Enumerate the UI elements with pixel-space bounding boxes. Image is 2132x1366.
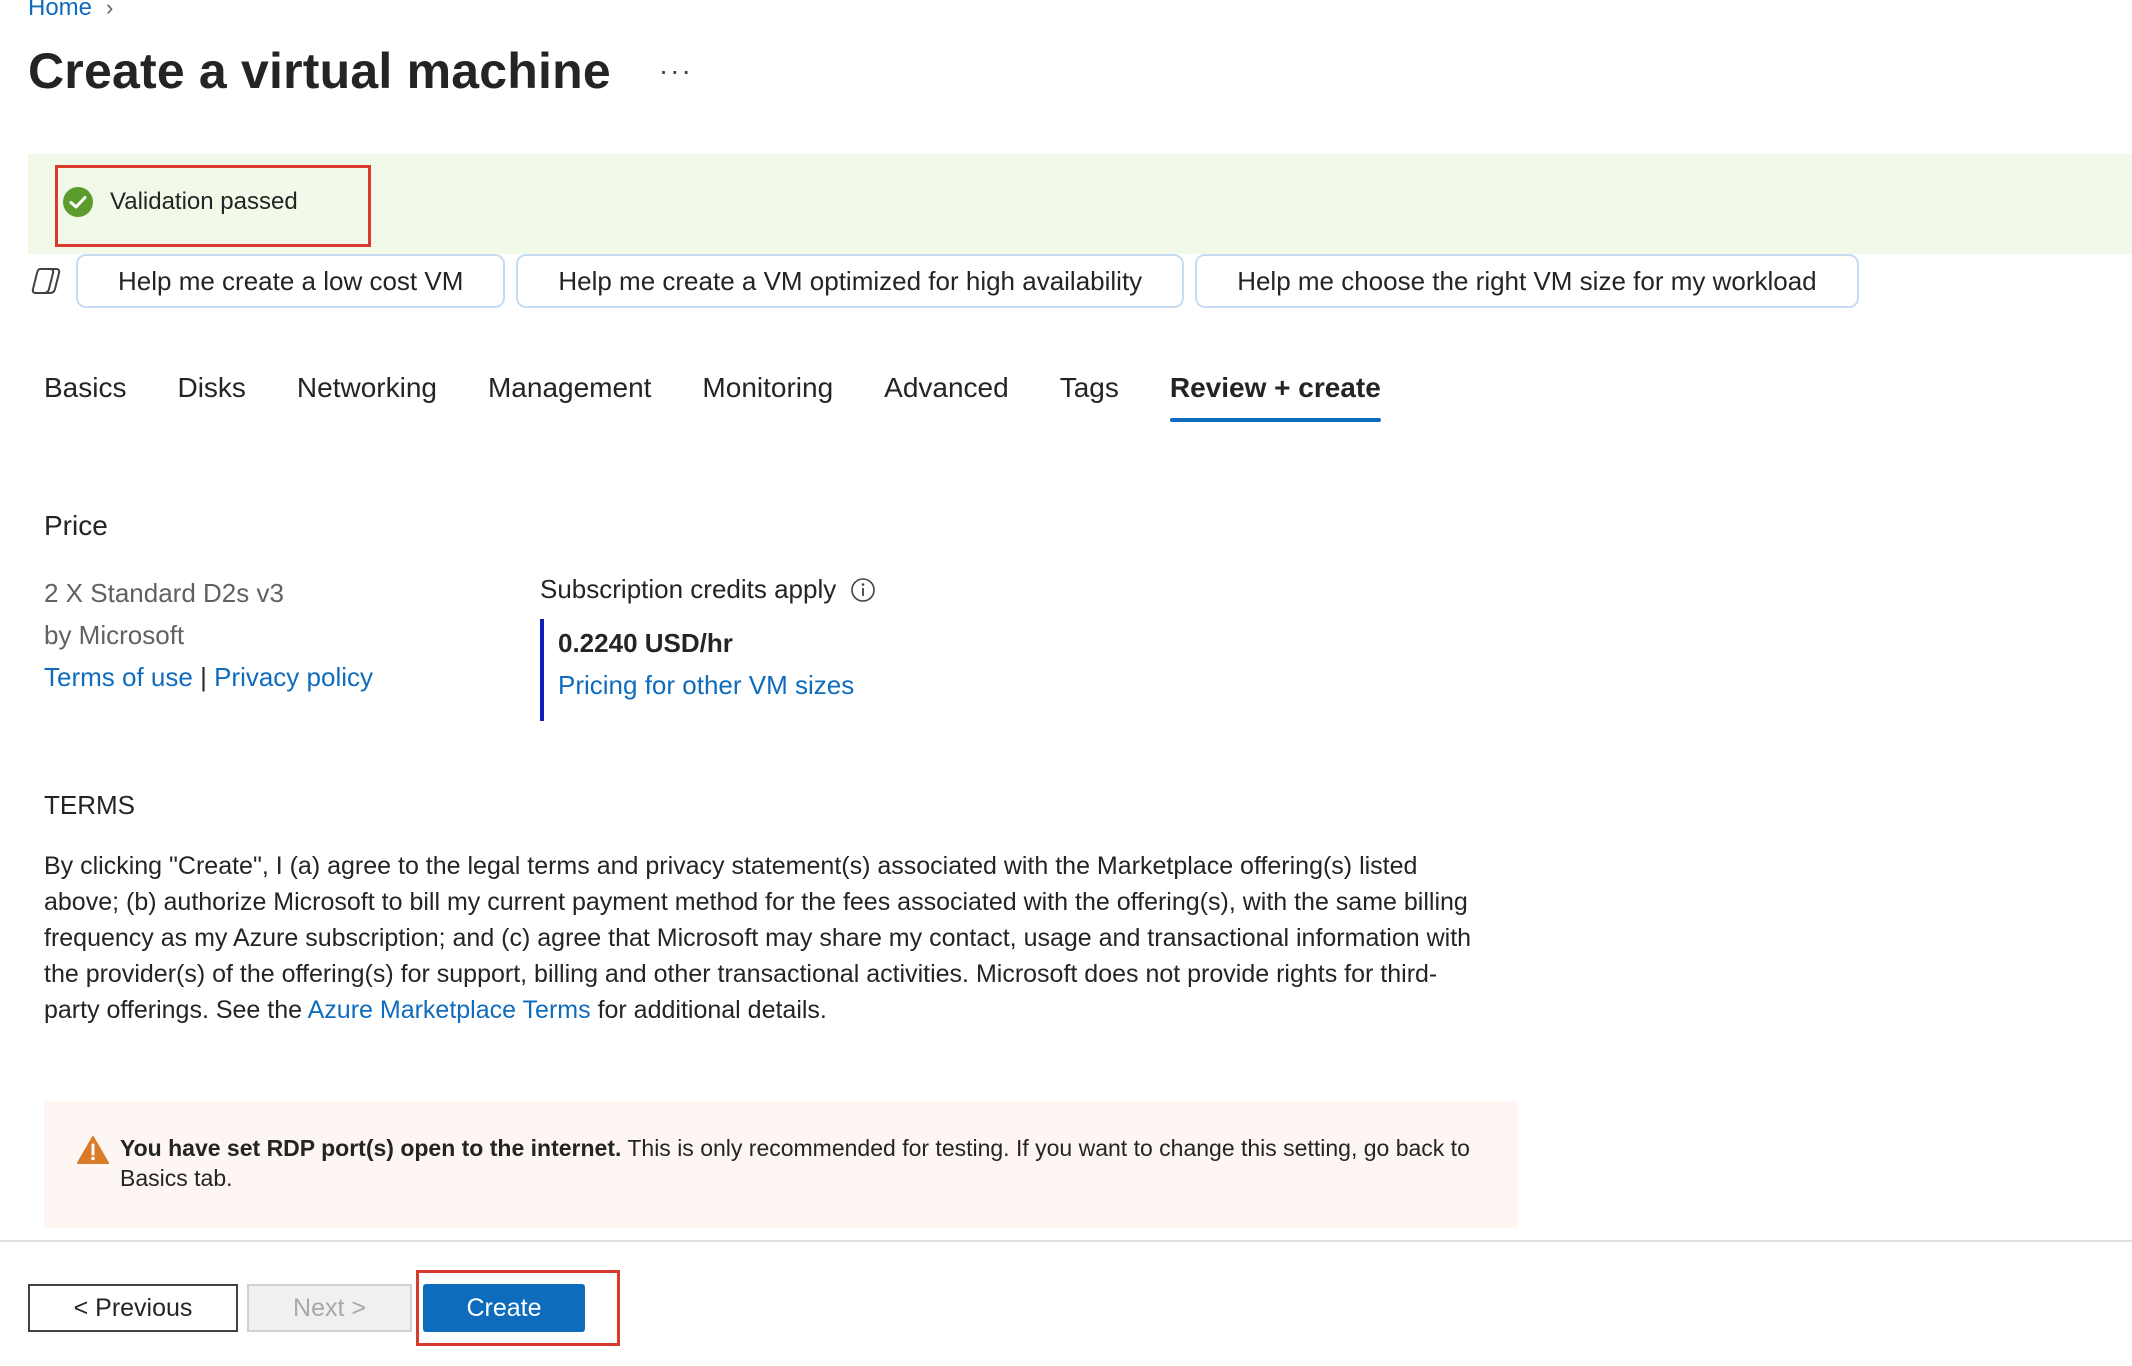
terms-text: By clicking "Create", I (a) agree to the… bbox=[44, 848, 1484, 1028]
breadcrumb: Home › bbox=[28, 0, 113, 22]
product-name: 2 X Standard D2s v3 bbox=[44, 578, 284, 608]
title-row: Create a virtual machine ··· bbox=[28, 42, 693, 100]
product-info: 2 X Standard D2s v3 by Microsoft Terms o… bbox=[44, 572, 373, 698]
info-icon[interactable] bbox=[850, 577, 876, 603]
tab-disks[interactable]: Disks bbox=[177, 368, 245, 422]
breadcrumb-home-link[interactable]: Home bbox=[28, 0, 92, 22]
azure-marketplace-terms-link[interactable]: Azure Marketplace Terms bbox=[308, 996, 591, 1024]
privacy-policy-link[interactable]: Privacy policy bbox=[214, 662, 373, 692]
chip-low-cost-vm[interactable]: Help me create a low cost VM bbox=[76, 254, 506, 308]
tab-advanced[interactable]: Advanced bbox=[884, 368, 1009, 422]
warning-icon bbox=[77, 1136, 109, 1164]
previous-button[interactable]: < Previous bbox=[28, 1284, 238, 1332]
rdp-warning: You have set RDP port(s) open to the int… bbox=[44, 1101, 1518, 1228]
tab-monitoring[interactable]: Monitoring bbox=[702, 368, 833, 422]
footer-bar: < Previous Next > Create bbox=[0, 1240, 2132, 1366]
link-separator: | bbox=[200, 662, 207, 692]
pricing-other-sizes-link[interactable]: Pricing for other VM sizes bbox=[558, 670, 854, 700]
success-check-icon bbox=[63, 187, 93, 217]
warning-title: You have set RDP port(s) open to the int… bbox=[120, 1135, 622, 1161]
create-highlight-box bbox=[416, 1270, 620, 1346]
subscription-credits: Subscription credits apply bbox=[540, 574, 876, 605]
product-links: Terms of use | Privacy policy bbox=[44, 656, 373, 698]
tab-management[interactable]: Management bbox=[488, 368, 651, 422]
tab-networking[interactable]: Networking bbox=[297, 368, 437, 422]
pricing-info: Subscription credits apply 0.2240 USD/hr… bbox=[540, 574, 876, 721]
price-heading: Price bbox=[44, 510, 108, 541]
terms-tail: for additional details. bbox=[597, 996, 827, 1024]
validation-text: Validation passed bbox=[110, 188, 298, 215]
hourly-price: 0.2240 USD/hr bbox=[558, 628, 733, 658]
product-vendor: by Microsoft bbox=[44, 620, 185, 650]
page-title: Create a virtual machine bbox=[28, 43, 611, 99]
validation-status: Validation passed bbox=[62, 186, 298, 218]
tab-basics[interactable]: Basics bbox=[44, 368, 126, 422]
terms-of-use-link[interactable]: Terms of use bbox=[44, 662, 193, 692]
next-button[interactable]: Next > bbox=[247, 1284, 412, 1332]
chevron-right-icon: › bbox=[106, 0, 114, 20]
tab-tags[interactable]: Tags bbox=[1060, 368, 1119, 422]
wizard-tabs: Basics Disks Networking Management Monit… bbox=[44, 368, 1432, 422]
price-box: 0.2240 USD/hr Pricing for other VM sizes bbox=[540, 619, 876, 721]
chip-choose-vm-size[interactable]: Help me choose the right VM size for my … bbox=[1195, 254, 1859, 308]
tab-review-create[interactable]: Review + create bbox=[1169, 368, 1381, 422]
copilot-icon bbox=[31, 268, 61, 294]
more-options-button[interactable]: ··· bbox=[659, 55, 693, 87]
subscription-credits-label: Subscription credits apply bbox=[540, 574, 837, 604]
copilot-suggestions: Help me create a low cost VM Help me cre… bbox=[28, 254, 1870, 308]
terms-heading: TERMS bbox=[44, 790, 135, 820]
chip-high-availability-vm[interactable]: Help me create a VM optimized for high a… bbox=[516, 254, 1185, 308]
